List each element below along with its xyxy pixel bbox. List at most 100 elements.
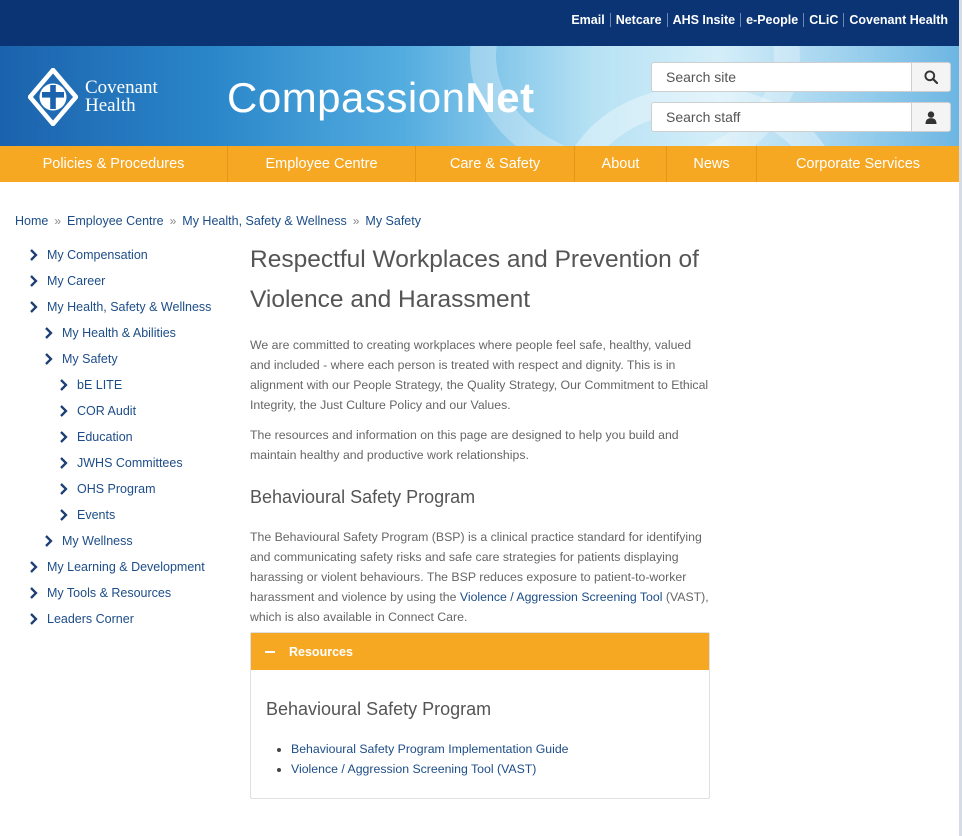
sidebar-item-label: My Safety (62, 352, 118, 366)
logo-text: Covenant Health (85, 78, 158, 116)
breadcrumb-home[interactable]: Home (15, 214, 48, 228)
resources-panel-body: Behavioural Safety Program Behavioural S… (251, 670, 709, 779)
chevron-right-icon (30, 301, 38, 313)
sidebar-item-label: OHS Program (77, 482, 156, 496)
sidebar-item-label: Education (77, 430, 133, 444)
search-site-input[interactable] (651, 62, 912, 92)
sidebar-item-my-tools-resources[interactable]: My Tools & Resources (29, 586, 171, 600)
chevron-right-icon (45, 535, 53, 547)
sidebar-item-label: bE LITE (77, 378, 123, 392)
search-staff-form (651, 102, 951, 132)
chevron-right-icon (60, 431, 68, 443)
site-brand-title: CompassionNet (227, 74, 535, 122)
sidebar-item-label: COR Audit (77, 404, 137, 418)
chevron-right-icon (60, 379, 68, 391)
resources-panel-header[interactable]: Resources (251, 633, 709, 670)
search-icon (924, 70, 938, 84)
chevron-right-icon (30, 249, 38, 261)
breadcrumb-separator-icon: » (352, 214, 360, 228)
page-title-line-2: Violence and Harassment (250, 286, 531, 313)
sidebar-item-leaders-corner[interactable]: Leaders Corner (29, 612, 134, 626)
sidebar-item-label: My Wellness (62, 534, 133, 548)
sidebar-item-cor-audit[interactable]: COR Audit (59, 404, 136, 418)
chevron-right-icon (60, 405, 68, 417)
chevron-right-icon (45, 327, 53, 339)
sidebar-item-my-health-abilities[interactable]: My Health & Abilities (44, 326, 176, 340)
sidebar-item-label: Leaders Corner (47, 612, 134, 626)
breadcrumb: Home » Employee Centre » My Health, Safe… (15, 214, 421, 228)
breadcrumb-my-safety[interactable]: My Safety (365, 214, 421, 228)
sidebar-item-ohs-program[interactable]: OHS Program (59, 482, 156, 496)
top-link-e-people[interactable]: e-People (746, 13, 798, 27)
divider (740, 13, 742, 27)
divider (666, 13, 668, 27)
search-site-button[interactable] (912, 62, 951, 92)
nav-corporate-services[interactable]: Corporate Services (757, 146, 959, 182)
sidebar-item-label: My Health, Safety & Wellness (47, 300, 212, 314)
chevron-right-icon (60, 509, 68, 521)
top-utility-bar: Email Netcare AHS Insite e-People CLiC C… (0, 0, 959, 46)
intro-paragraph: We are committed to creating workplaces … (250, 338, 709, 412)
panel-heading: Behavioural Safety Program (266, 699, 492, 719)
list-item: Violence / Aggression Screening Tool (VA… (291, 759, 694, 779)
section-heading: Behavioural Safety Program (250, 487, 476, 507)
sidebar-item-be-lite[interactable]: bE LITE (59, 378, 122, 392)
sidebar-item-my-safety[interactable]: My Safety (44, 352, 118, 366)
sidebar-item-education[interactable]: Education (59, 430, 133, 444)
sidebar-item-my-career[interactable]: My Career (29, 274, 105, 288)
sidebar-item-my-compensation[interactable]: My Compensation (29, 248, 148, 262)
page-title: Respectful Workplaces and Prevention of … (250, 240, 710, 320)
top-links: Email Netcare AHS Insite e-People CLiC C… (571, 13, 948, 27)
breadcrumb-separator-icon: » (54, 214, 62, 228)
resources-panel: Resources Behavioural Safety Program Beh… (250, 632, 710, 799)
sidebar-item-my-wellness[interactable]: My Wellness (44, 534, 133, 548)
sidebar-item-label: My Health & Abilities (62, 326, 176, 340)
logo-line-2: Health (85, 95, 136, 116)
sidebar-item-label: My Career (47, 274, 106, 288)
implementation-guide-link[interactable]: Behavioural Safety Program Implementatio… (291, 742, 569, 756)
chevron-right-icon (30, 561, 38, 573)
nav-employee-centre[interactable]: Employee Centre (228, 146, 416, 182)
chevron-right-icon (30, 587, 38, 599)
person-icon (925, 110, 937, 124)
list-item: Behavioural Safety Program Implementatio… (291, 739, 694, 759)
divider (609, 13, 611, 27)
breadcrumb-health-safety-wellness[interactable]: My Health, Safety & Wellness (182, 214, 346, 228)
top-link-clic[interactable]: CLiC (809, 13, 838, 27)
main-navigation: Policies & Procedures Employee Centre Ca… (0, 146, 959, 182)
breadcrumb-separator-icon: » (169, 214, 177, 228)
search-staff-button[interactable] (912, 102, 951, 132)
search-staff-input[interactable] (651, 102, 912, 132)
chevron-right-icon (30, 613, 38, 625)
top-link-email[interactable]: Email (571, 13, 604, 27)
divider (843, 13, 845, 27)
nav-about[interactable]: About (575, 146, 667, 182)
vast-resource-link[interactable]: Violence / Aggression Screening Tool (VA… (291, 762, 536, 776)
resources-intro-paragraph: The resources and information on this pa… (250, 428, 679, 462)
top-link-covenant-health[interactable]: Covenant Health (849, 13, 948, 27)
divider (803, 13, 805, 27)
chevron-right-icon (60, 483, 68, 495)
page-title-line-1: Respectful Workplaces and Prevention of (250, 246, 699, 273)
breadcrumb-employee-centre[interactable]: Employee Centre (67, 214, 164, 228)
resources-panel-title: Resources (289, 644, 353, 659)
sidebar-item-my-learning-development[interactable]: My Learning & Development (29, 560, 205, 574)
top-link-ahs-insite[interactable]: AHS Insite (673, 13, 736, 27)
search-site-form (651, 62, 951, 92)
header-banner: Covenant Health CompassionNet (0, 46, 959, 146)
chevron-right-icon (45, 353, 53, 365)
nav-care-safety[interactable]: Care & Safety (416, 146, 575, 182)
sidebar-item-label: JWHS Committees (77, 456, 183, 470)
nav-policies-procedures[interactable]: Policies & Procedures (0, 146, 228, 182)
sidebar-item-events[interactable]: Events (59, 508, 115, 522)
top-link-netcare[interactable]: Netcare (616, 13, 662, 27)
sidebar-item-my-health-safety-wellness[interactable]: My Health, Safety & Wellness (29, 300, 211, 314)
sidebar-item-jwhs-committees[interactable]: JWHS Committees (59, 456, 183, 470)
nav-news[interactable]: News (667, 146, 757, 182)
sidebar-item-label: My Tools & Resources (47, 586, 172, 600)
covenant-health-logo[interactable]: Covenant Health (28, 68, 158, 126)
chevron-right-icon (60, 457, 68, 469)
covenant-cross-logo-icon (28, 68, 78, 126)
chevron-right-icon (30, 275, 38, 287)
vast-link[interactable]: Violence / Aggression Screening Tool (460, 590, 663, 604)
